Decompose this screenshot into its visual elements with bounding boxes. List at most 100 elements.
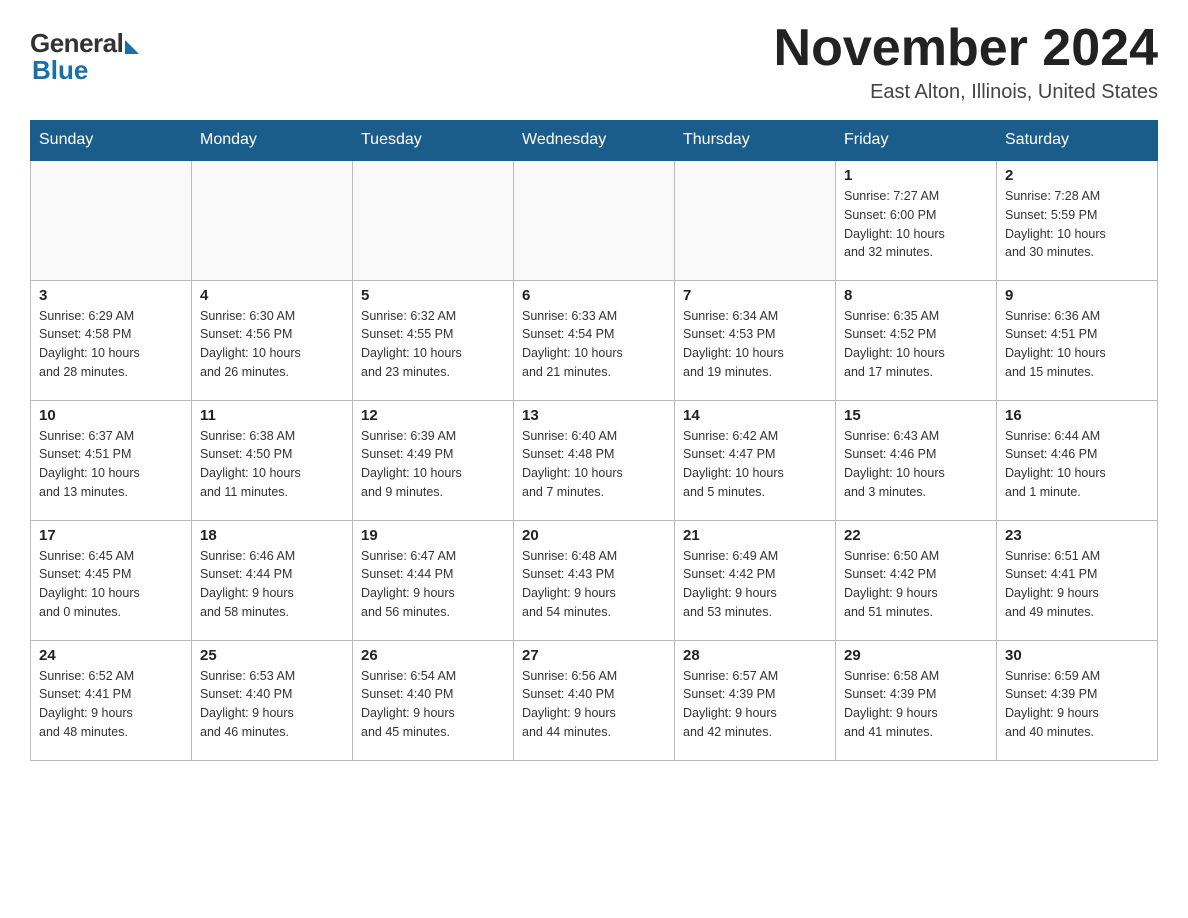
title-section: November 2024 East Alton, Illinois, Unit… xyxy=(774,20,1158,104)
day-info: Sunrise: 6:46 AM Sunset: 4:44 PM Dayligh… xyxy=(200,547,344,622)
calendar-cell: 3 Sunrise: 6:29 AM Sunset: 4:58 PM Daylig… xyxy=(31,280,192,400)
day-info: Sunrise: 6:48 AM Sunset: 4:43 PM Dayligh… xyxy=(522,547,666,622)
calendar-cell: 24 Sunrise: 6:52 AM Sunset: 4:41 PM Dayli… xyxy=(31,640,192,760)
day-number: 12 xyxy=(361,407,505,424)
day-info: Sunrise: 6:37 AM Sunset: 4:51 PM Dayligh… xyxy=(39,427,183,502)
calendar-cell: 9Sunrise: 6:36 AM Sunset: 4:51 PM Daylig… xyxy=(997,280,1158,400)
logo-arrow-icon xyxy=(125,40,139,54)
calendar-day-header: Friday xyxy=(836,121,997,161)
calendar-cell: 8 Sunrise: 6:35 AM Sunset: 4:52 PM Daylig… xyxy=(836,280,997,400)
day-info: Sunrise: 6:29 AM Sunset: 4:58 PM Dayligh… xyxy=(39,307,183,382)
day-number: 24 xyxy=(39,647,183,664)
calendar-cell: 30Sunrise: 6:59 AM Sunset: 4:39 PM Dayli… xyxy=(997,640,1158,760)
day-number: 27 xyxy=(522,647,666,664)
day-info: Sunrise: 6:45 AM Sunset: 4:45 PM Dayligh… xyxy=(39,547,183,622)
calendar-cell: 12 Sunrise: 6:39 AM Sunset: 4:49 PM Dayli… xyxy=(353,400,514,520)
calendar-cell: 25Sunrise: 6:53 AM Sunset: 4:40 PM Dayli… xyxy=(192,640,353,760)
calendar-week-row: 3 Sunrise: 6:29 AM Sunset: 4:58 PM Daylig… xyxy=(31,280,1158,400)
day-number: 23 xyxy=(1005,527,1149,544)
day-info: Sunrise: 6:38 AM Sunset: 4:50 PM Dayligh… xyxy=(200,427,344,502)
day-number: 6 xyxy=(522,287,666,304)
calendar-cell xyxy=(192,160,353,280)
day-info: Sunrise: 6:35 AM Sunset: 4:52 PM Dayligh… xyxy=(844,307,988,382)
calendar-day-header: Tuesday xyxy=(353,121,514,161)
month-title: November 2024 xyxy=(774,20,1158,77)
calendar-cell xyxy=(514,160,675,280)
calendar-cell: 6Sunrise: 6:33 AM Sunset: 4:54 PM Daylig… xyxy=(514,280,675,400)
day-number: 26 xyxy=(361,647,505,664)
calendar-cell: 22 Sunrise: 6:50 AM Sunset: 4:42 PM Dayli… xyxy=(836,520,997,640)
calendar-cell: 5 Sunrise: 6:32 AM Sunset: 4:55 PM Daylig… xyxy=(353,280,514,400)
day-info: Sunrise: 6:44 AM Sunset: 4:46 PM Dayligh… xyxy=(1005,427,1149,502)
calendar-cell: 2Sunrise: 7:28 AM Sunset: 5:59 PM Daylig… xyxy=(997,160,1158,280)
day-number: 29 xyxy=(844,647,988,664)
calendar-cell: 10 Sunrise: 6:37 AM Sunset: 4:51 PM Dayli… xyxy=(31,400,192,520)
day-info: Sunrise: 6:39 AM Sunset: 4:49 PM Dayligh… xyxy=(361,427,505,502)
calendar-cell: 29 Sunrise: 6:58 AM Sunset: 4:39 PM Dayli… xyxy=(836,640,997,760)
day-info: Sunrise: 7:27 AM Sunset: 6:00 PM Dayligh… xyxy=(844,187,988,262)
day-info: Sunrise: 6:58 AM Sunset: 4:39 PM Dayligh… xyxy=(844,667,988,742)
day-info: Sunrise: 6:51 AM Sunset: 4:41 PM Dayligh… xyxy=(1005,547,1149,622)
day-info: Sunrise: 6:30 AM Sunset: 4:56 PM Dayligh… xyxy=(200,307,344,382)
day-number: 13 xyxy=(522,407,666,424)
day-number: 22 xyxy=(844,527,988,544)
day-info: Sunrise: 6:57 AM Sunset: 4:39 PM Dayligh… xyxy=(683,667,827,742)
day-info: Sunrise: 6:43 AM Sunset: 4:46 PM Dayligh… xyxy=(844,427,988,502)
day-number: 3 xyxy=(39,287,183,304)
day-number: 20 xyxy=(522,527,666,544)
calendar-cell: 1 Sunrise: 7:27 AM Sunset: 6:00 PM Daylig… xyxy=(836,160,997,280)
calendar-day-header: Sunday xyxy=(31,121,192,161)
day-number: 28 xyxy=(683,647,827,664)
calendar-cell: 14Sunrise: 6:42 AM Sunset: 4:47 PM Dayli… xyxy=(675,400,836,520)
day-info: Sunrise: 6:56 AM Sunset: 4:40 PM Dayligh… xyxy=(522,667,666,742)
day-number: 10 xyxy=(39,407,183,424)
calendar-table: SundayMondayTuesdayWednesdayThursdayFrid… xyxy=(30,120,1158,761)
location-text: East Alton, Illinois, United States xyxy=(774,81,1158,104)
calendar-week-row: 1 Sunrise: 7:27 AM Sunset: 6:00 PM Daylig… xyxy=(31,160,1158,280)
calendar-cell: 19Sunrise: 6:47 AM Sunset: 4:44 PM Dayli… xyxy=(353,520,514,640)
calendar-cell: 7Sunrise: 6:34 AM Sunset: 4:53 PM Daylig… xyxy=(675,280,836,400)
day-number: 9 xyxy=(1005,287,1149,304)
page-header: General Blue November 2024 East Alton, I… xyxy=(30,20,1158,104)
calendar-cell: 21 Sunrise: 6:49 AM Sunset: 4:42 PM Dayli… xyxy=(675,520,836,640)
calendar-week-row: 10 Sunrise: 6:37 AM Sunset: 4:51 PM Dayli… xyxy=(31,400,1158,520)
calendar-cell: 11Sunrise: 6:38 AM Sunset: 4:50 PM Dayli… xyxy=(192,400,353,520)
calendar-cell: 16 Sunrise: 6:44 AM Sunset: 4:46 PM Dayli… xyxy=(997,400,1158,520)
calendar-cell: 18 Sunrise: 6:46 AM Sunset: 4:44 PM Dayli… xyxy=(192,520,353,640)
calendar-day-header: Saturday xyxy=(997,121,1158,161)
calendar-cell: 26Sunrise: 6:54 AM Sunset: 4:40 PM Dayli… xyxy=(353,640,514,760)
day-info: Sunrise: 6:40 AM Sunset: 4:48 PM Dayligh… xyxy=(522,427,666,502)
day-number: 1 xyxy=(844,167,988,184)
calendar-day-header: Thursday xyxy=(675,121,836,161)
day-info: Sunrise: 6:42 AM Sunset: 4:47 PM Dayligh… xyxy=(683,427,827,502)
calendar-cell xyxy=(31,160,192,280)
day-number: 5 xyxy=(361,287,505,304)
calendar-day-header: Wednesday xyxy=(514,121,675,161)
calendar-cell xyxy=(675,160,836,280)
day-number: 4 xyxy=(200,287,344,304)
day-info: Sunrise: 6:49 AM Sunset: 4:42 PM Dayligh… xyxy=(683,547,827,622)
calendar-cell: 15Sunrise: 6:43 AM Sunset: 4:46 PM Dayli… xyxy=(836,400,997,520)
day-info: Sunrise: 6:32 AM Sunset: 4:55 PM Dayligh… xyxy=(361,307,505,382)
day-info: Sunrise: 6:34 AM Sunset: 4:53 PM Dayligh… xyxy=(683,307,827,382)
day-info: Sunrise: 6:50 AM Sunset: 4:42 PM Dayligh… xyxy=(844,547,988,622)
calendar-day-header: Monday xyxy=(192,121,353,161)
calendar-cell: 28 Sunrise: 6:57 AM Sunset: 4:39 PM Dayli… xyxy=(675,640,836,760)
calendar-cell: 13 Sunrise: 6:40 AM Sunset: 4:48 PM Dayli… xyxy=(514,400,675,520)
day-info: Sunrise: 6:59 AM Sunset: 4:39 PM Dayligh… xyxy=(1005,667,1149,742)
calendar-cell: 27 Sunrise: 6:56 AM Sunset: 4:40 PM Dayli… xyxy=(514,640,675,760)
day-number: 16 xyxy=(1005,407,1149,424)
day-number: 19 xyxy=(361,527,505,544)
day-number: 18 xyxy=(200,527,344,544)
logo: General Blue xyxy=(30,20,139,86)
day-number: 17 xyxy=(39,527,183,544)
day-info: Sunrise: 7:28 AM Sunset: 5:59 PM Dayligh… xyxy=(1005,187,1149,262)
day-info: Sunrise: 6:52 AM Sunset: 4:41 PM Dayligh… xyxy=(39,667,183,742)
day-number: 8 xyxy=(844,287,988,304)
calendar-week-row: 17 Sunrise: 6:45 AM Sunset: 4:45 PM Dayli… xyxy=(31,520,1158,640)
day-number: 25 xyxy=(200,647,344,664)
logo-blue-text: Blue xyxy=(32,55,88,86)
day-number: 21 xyxy=(683,527,827,544)
calendar-cell: 4 Sunrise: 6:30 AM Sunset: 4:56 PM Daylig… xyxy=(192,280,353,400)
calendar-cell: 17 Sunrise: 6:45 AM Sunset: 4:45 PM Dayli… xyxy=(31,520,192,640)
